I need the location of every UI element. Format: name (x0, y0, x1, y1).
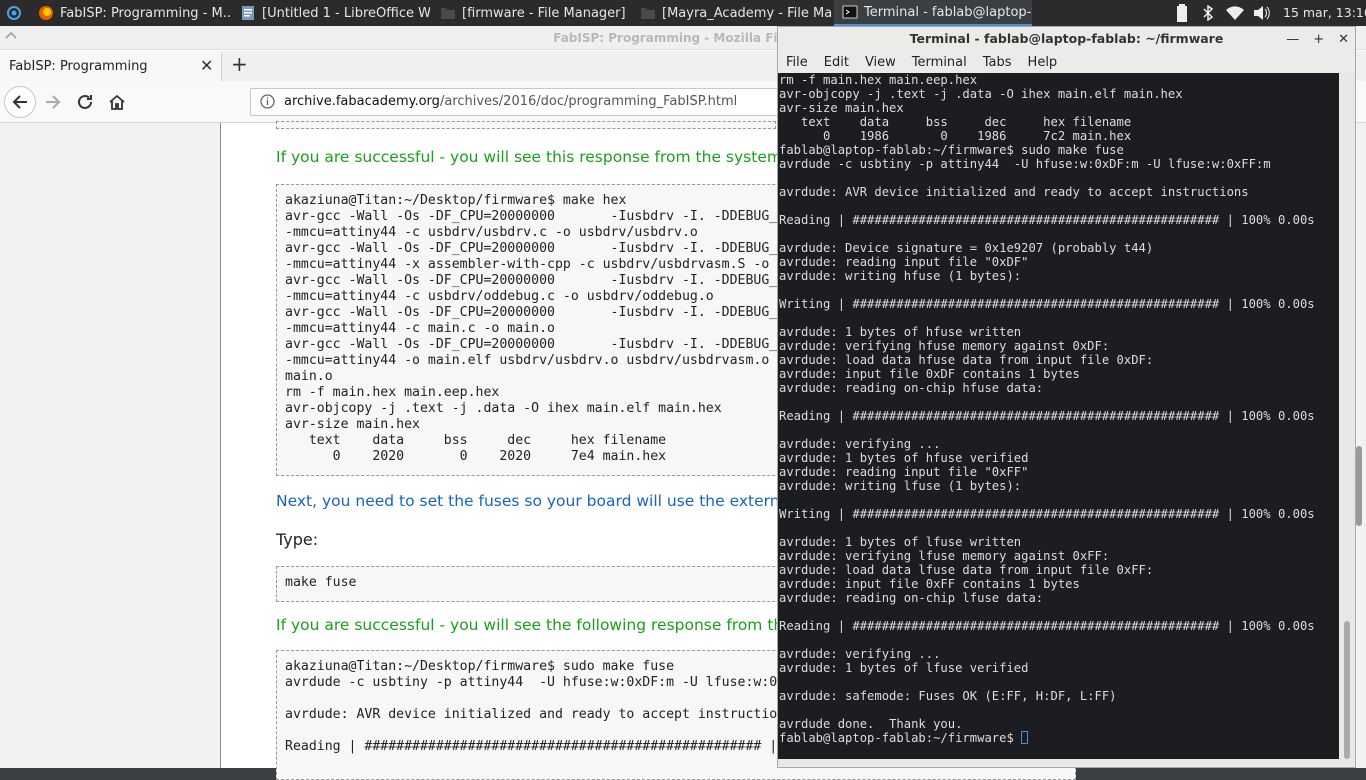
bluetooth-icon[interactable] (1198, 0, 1218, 26)
menu-view[interactable]: View (865, 55, 896, 70)
success-message-2: If you are successful - you will see the… (276, 616, 859, 634)
taskbar-item-label: [Untitled 1 - LibreOffice Wr... (262, 5, 430, 21)
taskbar-item-label: [firmware - File Manager] (462, 5, 626, 21)
close-tab-icon[interactable]: ✕ (200, 56, 213, 75)
forward-button[interactable] (38, 87, 68, 117)
url-path: /archives/2016/doc/programming_FabISP.ht… (439, 94, 738, 109)
type-label: Type: (276, 530, 319, 549)
tab-fabisp-programming[interactable]: FabISP: Programming ✕ (0, 51, 222, 81)
taskbar-item-libreoffice[interactable]: [Untitled 1 - LibreOffice Wr... (232, 0, 430, 26)
battery-icon[interactable] (1172, 0, 1192, 26)
taskbar-item-file-manager-2[interactable]: [Mayra_Academy - File Ma... (632, 0, 832, 26)
reload-icon (78, 94, 92, 109)
firefox-window-menu (0, 28, 18, 46)
terminal-scrollbar[interactable] (1339, 73, 1355, 759)
terminal-scrollbar-thumb[interactable] (1344, 621, 1350, 759)
back-button[interactable] (4, 86, 36, 118)
info-icon[interactable] (260, 94, 275, 109)
terminal-output-text: rm -f main.hex main.eep.hex avr-objcopy … (779, 73, 1315, 731)
page-scrollbar-thumb[interactable] (1356, 446, 1362, 526)
menu-help[interactable]: Help (1028, 55, 1058, 70)
tab-label: FabISP: Programming (9, 59, 148, 74)
left-margin (0, 123, 221, 768)
volume-icon[interactable] (1250, 0, 1274, 26)
window-controls: — + ✕ (1286, 27, 1349, 51)
code-block-previous (276, 121, 776, 129)
url-bar[interactable]: archive.fabacademy.org/archives/2016/doc… (250, 88, 790, 116)
reload-button[interactable] (70, 87, 100, 117)
folder-icon (641, 8, 655, 19)
maximize-icon[interactable]: + (1313, 32, 1324, 47)
folder-icon (441, 8, 455, 19)
taskbar-item-terminal[interactable]: Terminal - fablab@laptop-f... (834, 0, 1032, 26)
whisker-menu-icon (7, 6, 21, 20)
terminal-prompt: fablab@laptop-fablab:~/firmware$ (779, 731, 1022, 745)
firefox-icon (39, 6, 53, 20)
url-text: archive.fabacademy.org/archives/2016/doc… (284, 94, 737, 109)
terminal-window: Terminal - fablab@laptop-fablab: ~/firmw… (777, 26, 1356, 768)
app-menu-button[interactable] (0, 0, 28, 26)
arrow-left-icon (12, 95, 27, 109)
clock[interactable]: 15 mar, 13:16 (1283, 0, 1366, 26)
taskbar-item-label: [Mayra_Academy - File Ma... (662, 5, 832, 21)
taskbar-item-firefox[interactable]: FabISP: Programming - M... (30, 0, 230, 26)
menu-edit[interactable]: Edit (824, 55, 849, 70)
terminal-cursor (1021, 731, 1029, 744)
taskbar: FabISP: Programming - M... [Untitled 1 -… (0, 0, 1366, 26)
minimize-icon[interactable]: — (1286, 32, 1299, 47)
home-icon (109, 94, 125, 110)
menu-tabs[interactable]: Tabs (983, 55, 1012, 70)
taskbar-item-label: Terminal - fablab@laptop-f... (864, 4, 1032, 20)
window-menu-icon[interactable] (4, 28, 18, 42)
terminal-icon (842, 5, 858, 19)
menu-file[interactable]: File (786, 55, 808, 70)
menu-terminal[interactable]: Terminal (912, 55, 967, 70)
close-icon[interactable]: ✕ (1338, 32, 1349, 47)
new-tab-icon[interactable]: + (231, 52, 248, 76)
url-domain: archive.fabacademy.org (284, 94, 440, 109)
terminal-menubar: File Edit View Terminal Tabs Help (778, 51, 1355, 73)
arrow-right-icon (46, 95, 61, 109)
terminal-output[interactable]: rm -f main.hex main.eep.hex avr-objcopy … (778, 73, 1339, 759)
document-icon (242, 6, 254, 20)
taskbar-item-label: FabISP: Programming - M... (60, 5, 230, 21)
home-button[interactable] (102, 87, 132, 117)
taskbar-item-file-manager[interactable]: [firmware - File Manager] (432, 0, 630, 26)
terminal-window-title: Terminal - fablab@laptop-fablab: ~/firmw… (778, 27, 1355, 51)
wifi-icon[interactable] (1222, 0, 1248, 26)
success-message-1: If you are successful - you will see thi… (276, 148, 788, 166)
